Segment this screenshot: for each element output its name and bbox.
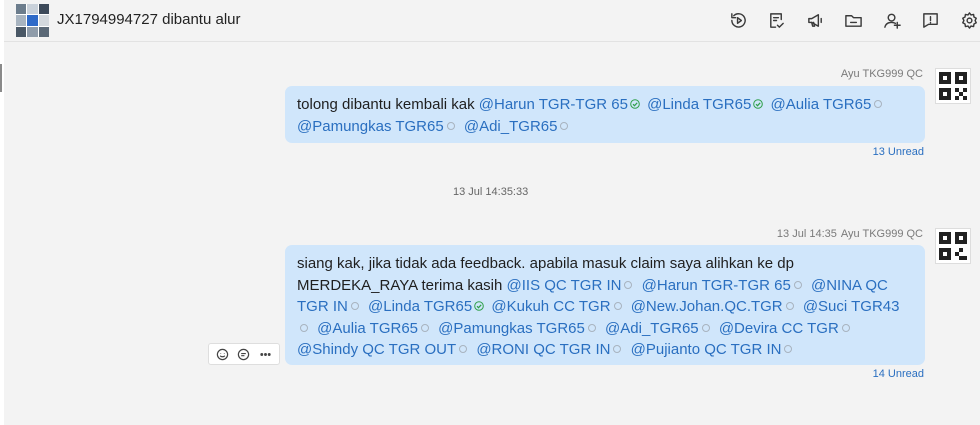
- unread-circle-icon: [874, 100, 883, 108]
- read-check-icon: [630, 99, 640, 109]
- mention-link[interactable]: @Pujianto QC TGR IN: [631, 341, 782, 358]
- task-icon[interactable]: [766, 9, 788, 31]
- unread-circle-icon: [785, 302, 794, 310]
- read-check-icon: [753, 99, 764, 109]
- mention-link[interactable]: @Kukuh CC TGR: [491, 298, 610, 315]
- message-action-bar: [208, 343, 280, 365]
- read-check-icon: [474, 301, 485, 311]
- mention-link[interactable]: @Pamungkas TGR65: [297, 118, 444, 135]
- chat-header: JX1794994727 dibantu alur: [4, 0, 980, 42]
- unread-circle-icon: [784, 345, 793, 353]
- unread-circle-icon: [350, 302, 359, 310]
- message-text: tolong dibantu kembali kak: [297, 96, 479, 113]
- unread-count[interactable]: 14 Unread: [873, 368, 924, 380]
- mention-link[interactable]: @Devira CC TGR: [719, 320, 839, 337]
- message-time: 13 Jul 14:35: [776, 228, 837, 240]
- mention-link[interactable]: @Harun TGR-TGR 65: [479, 96, 628, 113]
- unread-count[interactable]: 13 Unread: [873, 146, 924, 158]
- unread-circle-icon: [793, 280, 802, 289]
- message-sender: Ayu TKG999 QC: [840, 68, 923, 80]
- mention-link[interactable]: @Aulia TGR65: [317, 320, 418, 337]
- mention-link[interactable]: @Linda TGR65: [368, 298, 472, 315]
- announcement-icon[interactable]: [804, 9, 826, 31]
- sender-avatar[interactable]: [935, 228, 971, 264]
- emoji-reaction-icon[interactable]: [215, 346, 231, 362]
- resize-handle[interactable]: [0, 64, 2, 92]
- unread-circle-icon: [560, 121, 569, 130]
- mention-link[interactable]: @Adi_TGR65: [464, 118, 558, 135]
- unread-circle-icon: [300, 323, 308, 332]
- unread-circle-icon: [446, 121, 455, 130]
- mention-link[interactable]: @Shindy QC TGR OUT: [297, 341, 456, 358]
- unread-circle-icon: [613, 302, 622, 310]
- mention-link[interactable]: @Adi_TGR65: [605, 320, 699, 337]
- mention-link[interactable]: @RONI QC TGR IN: [476, 341, 610, 358]
- message-sender: 13 Jul 14:35 Ayu TKG999 QC: [776, 228, 923, 240]
- add-member-icon[interactable]: [881, 9, 903, 31]
- feedback-icon[interactable]: [920, 9, 942, 31]
- qr-code-image: [939, 232, 967, 260]
- unread-circle-icon: [587, 323, 596, 332]
- message-bubble[interactable]: siang kak, jika tidak ada feedback. apab…: [285, 245, 925, 365]
- group-avatar[interactable]: [16, 4, 49, 37]
- more-icon[interactable]: [257, 346, 273, 362]
- settings-icon[interactable]: [958, 9, 980, 31]
- history-icon[interactable]: [727, 9, 749, 31]
- reply-icon[interactable]: [236, 346, 252, 362]
- mention-link[interactable]: @IIS QC TGR IN: [507, 277, 622, 294]
- unread-circle-icon: [624, 280, 633, 289]
- chat-title: JX1794994727 dibantu alur: [57, 11, 241, 28]
- time-divider: 13 Jul 14:35:33: [453, 186, 529, 198]
- qr-code-image: [939, 72, 967, 100]
- mention-link[interactable]: @New.Johan.QC.TGR: [631, 298, 783, 315]
- unread-circle-icon: [841, 323, 850, 332]
- mention-link[interactable]: @Harun TGR-TGR 65: [642, 277, 791, 294]
- chat-toolbar: [711, 9, 980, 31]
- mention-link[interactable]: @Linda TGR65: [647, 96, 751, 113]
- left-panel-edge: [0, 0, 4, 425]
- message-bubble[interactable]: tolong dibantu kembali kak @Harun TGR-TG…: [285, 86, 925, 143]
- unread-circle-icon: [613, 345, 622, 353]
- mention-link[interactable]: @Pamungkas TGR65: [438, 320, 585, 337]
- folder-icon[interactable]: [843, 9, 865, 31]
- unread-circle-icon: [421, 323, 429, 332]
- mention-link[interactable]: @Suci TGR43: [803, 298, 900, 315]
- sender-avatar[interactable]: [935, 68, 971, 104]
- mention-link[interactable]: @Aulia TGR65: [770, 96, 871, 113]
- unread-circle-icon: [459, 345, 468, 353]
- unread-circle-icon: [701, 323, 710, 332]
